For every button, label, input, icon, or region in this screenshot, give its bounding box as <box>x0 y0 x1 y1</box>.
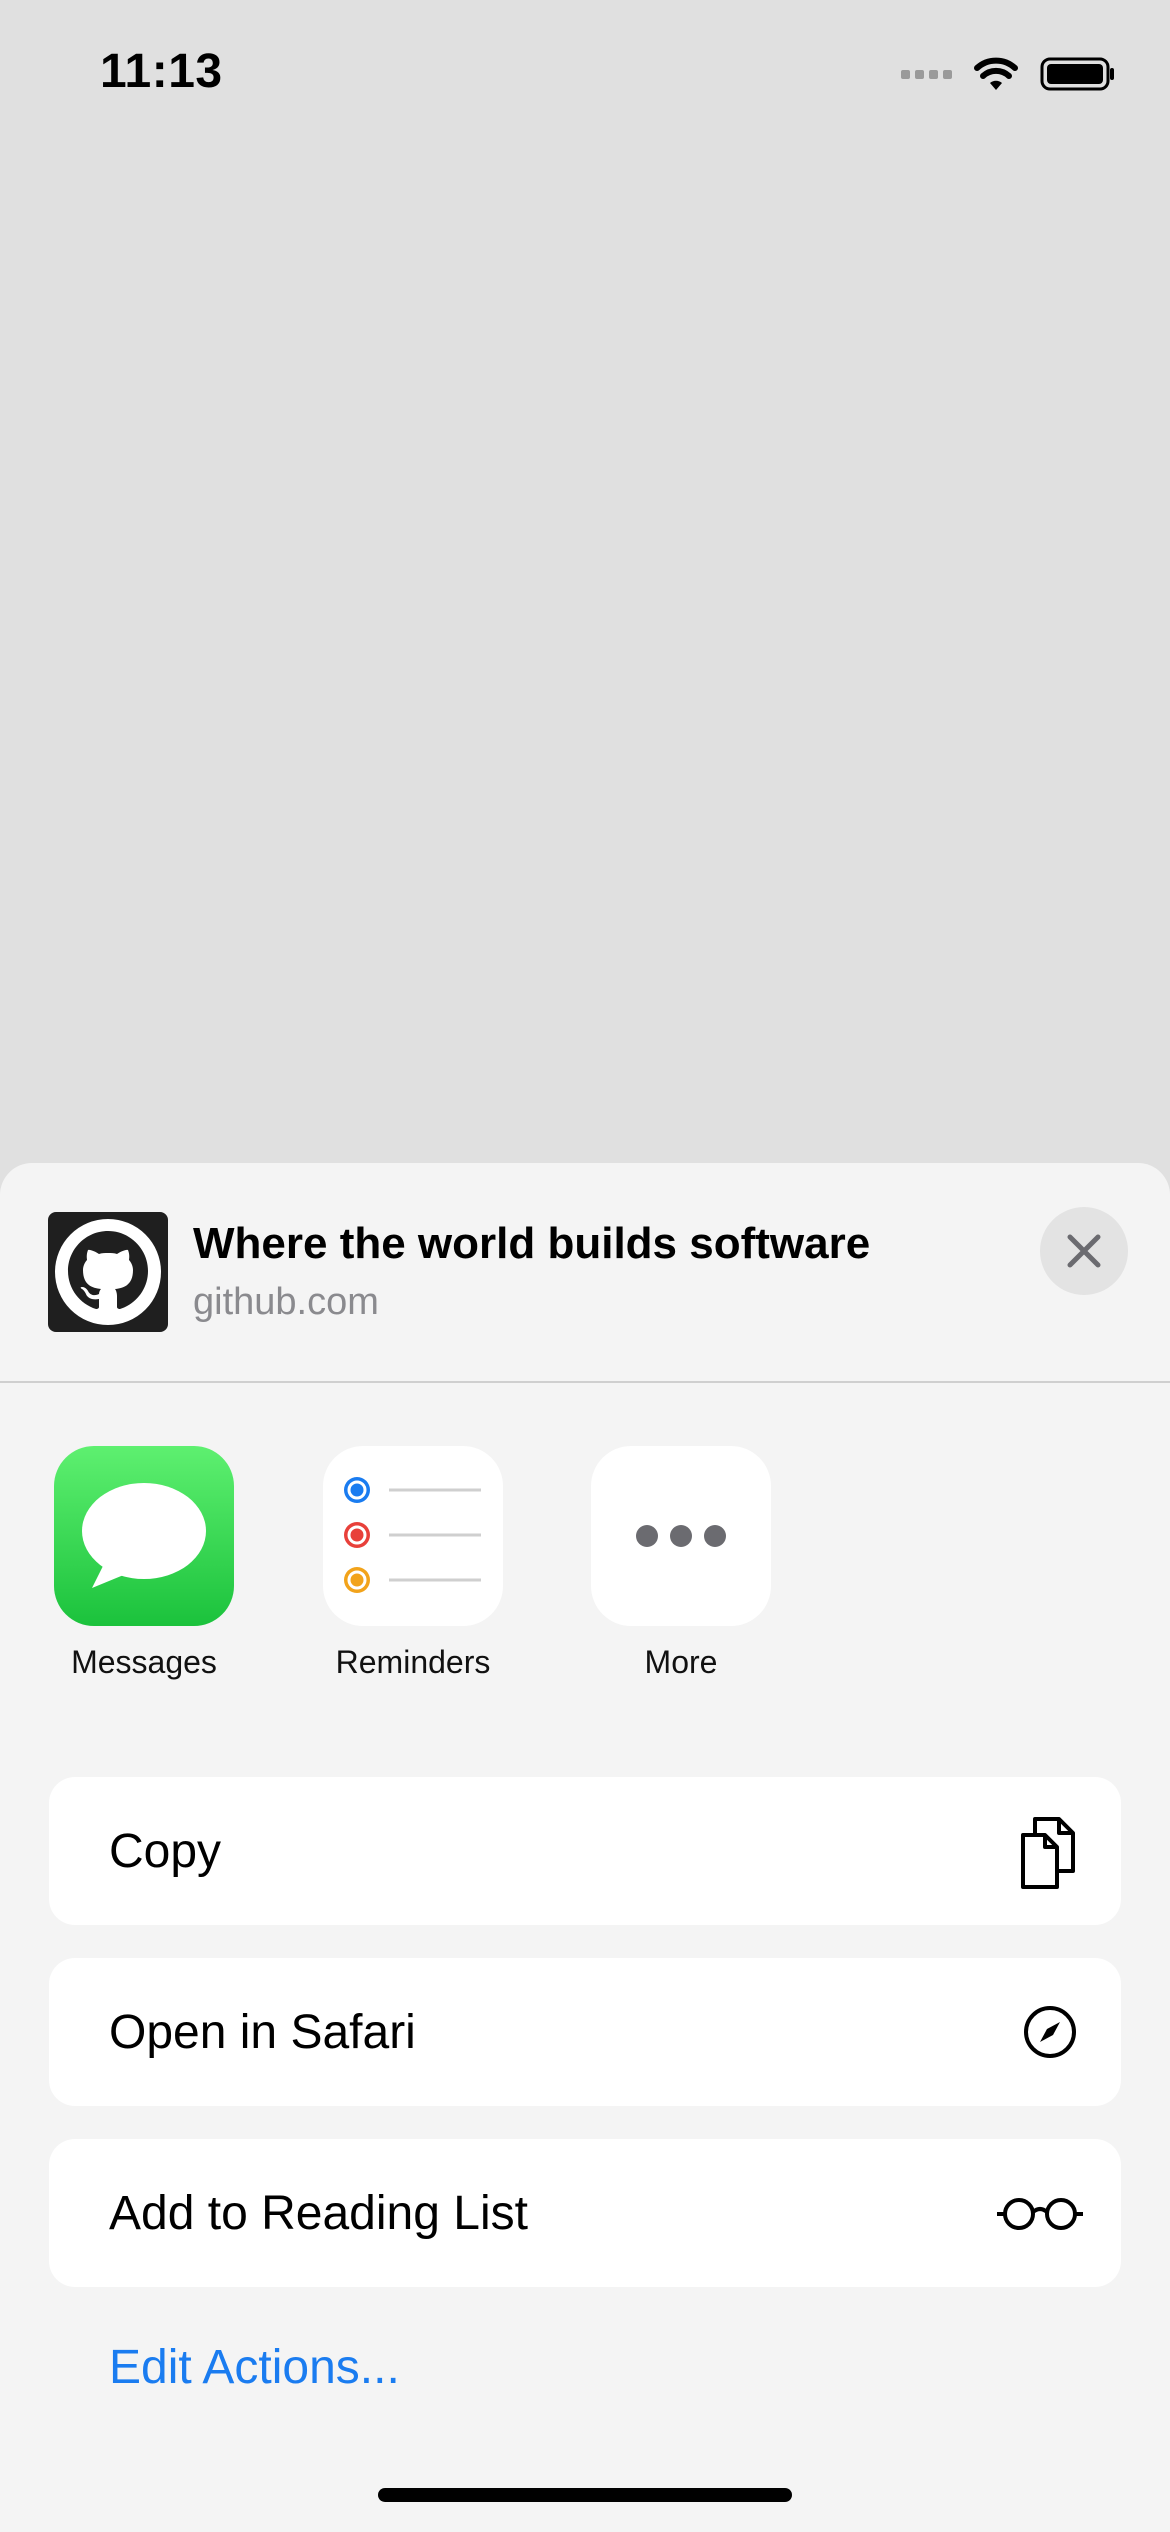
share-sheet-title: Where the world builds software <box>193 1219 871 1268</box>
status-icons <box>901 52 1116 96</box>
share-sheet-header: Where the world builds software github.c… <box>0 1163 1170 1383</box>
action-open-in-safari[interactable]: Open in Safari <box>49 1958 1121 2106</box>
messages-icon <box>54 1446 234 1626</box>
more-icon <box>591 1446 771 1626</box>
action-add-to-reading-list[interactable]: Add to Reading List <box>49 2139 1121 2287</box>
screen: 11:13 Where the world builds software gi… <box>0 0 1170 2532</box>
copy-icon <box>1021 1817 1075 1889</box>
wifi-icon <box>974 57 1018 90</box>
app-reminders[interactable]: Reminders <box>313 1446 513 1681</box>
app-label: More <box>644 1644 718 1680</box>
action-label: Copy <box>109 1824 222 1878</box>
cellular-signal-icon <box>901 69 952 79</box>
github-icon <box>48 1212 168 1332</box>
action-copy[interactable]: Copy <box>49 1777 1121 1925</box>
reminders-icon <box>323 1446 503 1626</box>
status-time: 11:13 <box>100 45 223 98</box>
home-indicator[interactable] <box>378 2488 792 2502</box>
app-messages[interactable]: Messages <box>44 1446 244 1681</box>
close-button[interactable] <box>1040 1207 1128 1295</box>
share-app-row: Messages Reminders More <box>0 1446 1170 1706</box>
edit-actions-link[interactable]: Edit Actions... <box>109 2340 400 2395</box>
action-label: Add to Reading List <box>109 2186 528 2240</box>
compass-icon <box>1024 2006 1076 2058</box>
app-label: Messages <box>71 1644 217 1680</box>
app-more[interactable]: More <box>581 1446 781 1681</box>
glasses-icon <box>997 2198 1083 2230</box>
share-sheet: Where the world builds software github.c… <box>0 1163 1170 2532</box>
close-icon <box>1067 1234 1101 1268</box>
battery-icon <box>1040 57 1114 91</box>
app-label: Reminders <box>335 1644 491 1680</box>
action-label: Open in Safari <box>109 2005 416 2059</box>
share-sheet-subtitle: github.com <box>193 1281 379 1323</box>
